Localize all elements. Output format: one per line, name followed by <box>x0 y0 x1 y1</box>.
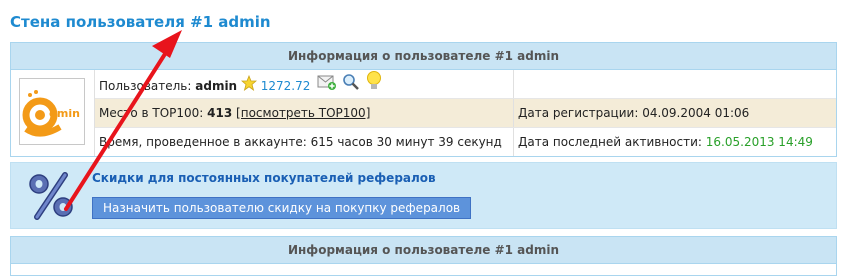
last-activity-label: Дата последней активности: <box>518 135 702 149</box>
account-time-row: Время, проведенное в аккаунте: 615 часов… <box>95 128 836 156</box>
discount-title[interactable]: Скидки для постоянных покупателей рефера… <box>92 171 436 185</box>
user-info-panel-2: Информация о пользователе #1 admin <box>10 236 837 276</box>
user-info-header: Информация о пользователе #1 admin <box>11 43 836 70</box>
percent-icon <box>25 171 77 224</box>
account-time-label: Время, проведенное в аккаунте: <box>99 135 307 149</box>
discount-panel: Скидки для постоянных покупателей рефера… <box>10 162 837 229</box>
account-time-value: 615 часов 30 минут 39 секунд <box>310 135 502 149</box>
avatar-cell: dmin <box>11 70 95 156</box>
user-info-header-2: Информация о пользователе #1 admin <box>11 237 836 264</box>
svg-text:dmin: dmin <box>49 107 80 120</box>
user-row-right <box>513 70 518 98</box>
page-title: Стена пользователя #1 admin <box>10 13 271 31</box>
user-label: Пользователь: <box>99 79 192 93</box>
avatar[interactable]: dmin <box>19 78 85 145</box>
add-mail-icon[interactable] <box>317 72 337 102</box>
user-row: Пользователь: admin 1272.72 <box>95 70 836 98</box>
top100-row: Место в TOP100: 413 [посмотреть TOP100] … <box>95 99 836 127</box>
top100-link[interactable]: [посмотреть TOP100] <box>236 106 370 120</box>
username: admin <box>195 79 238 93</box>
user-info-panel: Информация о пользователе #1 admin dmin … <box>10 42 837 157</box>
top100-place-value: 413 <box>207 106 233 120</box>
admin-avatar-logo: dmin <box>22 90 80 137</box>
star-icon <box>240 72 258 102</box>
magnifier-icon[interactable] <box>341 72 361 102</box>
registration-date-label: Дата регистрации: <box>518 106 639 120</box>
last-activity-value: 16.05.2013 14:49 <box>705 135 813 149</box>
assign-discount-button[interactable]: Назначить пользователю скидку на покупку… <box>92 197 472 219</box>
top100-place-label: Место в TOP100: <box>99 106 204 120</box>
user-rating: 1272.72 <box>260 79 311 93</box>
registration-date-value: 04.09.2004 01:06 <box>642 106 750 120</box>
